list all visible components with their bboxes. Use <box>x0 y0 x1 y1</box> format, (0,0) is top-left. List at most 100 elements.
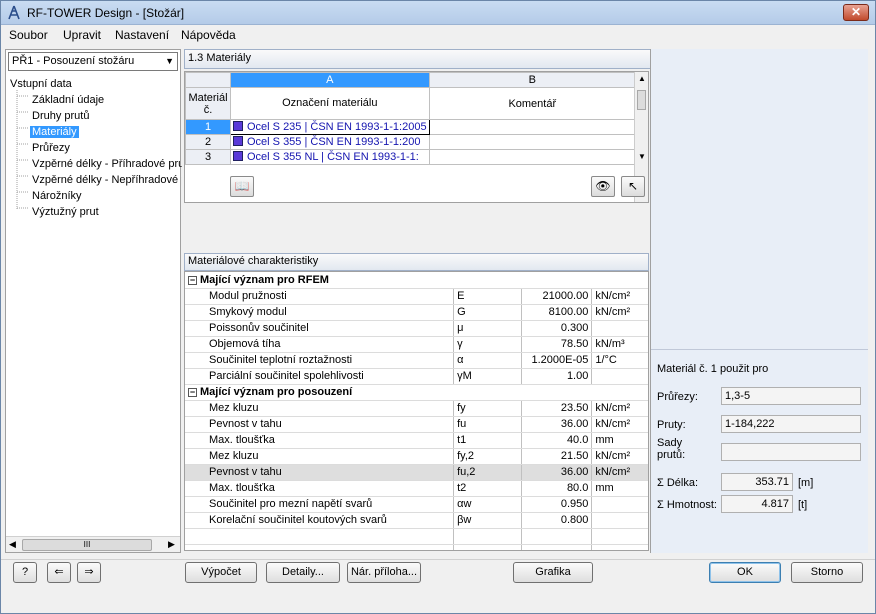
tree-item-buckling-lattice[interactable]: Vzpěrné délky - Příhradové pru <box>32 158 182 170</box>
menu-upravit[interactable]: Upravit <box>63 28 101 42</box>
material-cell[interactable]: Ocel S 355 | ČSN EN 1993-1-1:200 <box>230 134 430 150</box>
col-b-label: Komentář <box>428 87 637 120</box>
scroll-thumb[interactable] <box>637 90 646 110</box>
prop-symbol: αw <box>453 496 523 513</box>
prop-value[interactable]: 1.00 <box>521 368 593 385</box>
help-button[interactable]: ? <box>13 562 37 583</box>
row-number[interactable]: 2 <box>185 134 231 150</box>
collapse-icon[interactable]: − <box>188 275 197 285</box>
table-row[interactable]: Korelační součinitel koutových svarů βw 0.… <box>185 512 648 529</box>
graphics-button[interactable]: Grafika <box>513 562 593 583</box>
tree-item-buckling-nonlattice[interactable]: Vzpěrné délky - Nepříhradové p <box>32 174 182 186</box>
prop-unit <box>591 512 648 529</box>
prop-name: Součinitel pro mezní napětí svarů <box>185 496 455 513</box>
col-b-header[interactable]: B <box>428 72 637 88</box>
import-button[interactable]: ⇒ <box>77 562 101 583</box>
prop-value[interactable]: 78.50 <box>521 336 593 353</box>
prop-symbol: fy <box>453 400 523 417</box>
scroll-down-icon[interactable]: ▼ <box>638 152 646 161</box>
group-title-text: Mající význam pro RFEM <box>200 273 329 286</box>
prop-value[interactable]: 21000.00 <box>521 288 593 305</box>
prop-value[interactable]: 0.950 <box>521 496 593 513</box>
comment-cell[interactable] <box>428 119 637 135</box>
tree-item-member-types[interactable]: Druhy prutů <box>32 110 89 122</box>
scroll-up-icon[interactable]: ▲ <box>638 74 646 83</box>
tree-item-basic-data[interactable]: Základní údaje <box>32 94 104 106</box>
close-button[interactable]: ✕ <box>843 4 869 21</box>
prop-value[interactable]: 21.50 <box>521 448 593 465</box>
table-row[interactable]: 3 Ocel S 355 NL | ČSN EN 1993-1-1: <box>185 149 637 165</box>
row-number[interactable]: 3 <box>185 149 231 165</box>
group-row-rfem[interactable]: − Mající význam pro RFEM <box>185 272 648 289</box>
table-row[interactable]: Pevnost v tahu fu 36.00 kN/cm² <box>185 416 648 433</box>
prop-value[interactable]: 1.2000E-05 <box>521 352 593 369</box>
tree-root-input-data[interactable]: Vstupní data <box>10 78 72 90</box>
menu-soubor[interactable]: Soubor <box>9 28 48 42</box>
cancel-button[interactable]: Storno <box>791 562 863 583</box>
menu-napoveda[interactable]: Nápověda <box>181 28 236 42</box>
prop-value[interactable]: 40.0 <box>521 432 593 449</box>
material-cell[interactable]: Ocel S 355 NL | ČSN EN 1993-1-1: <box>230 149 430 165</box>
table-row[interactable]: Mez kluzu fy,2 21.50 kN/cm² <box>185 448 648 465</box>
prop-symbol: G <box>453 304 523 321</box>
tree-item-leg-members[interactable]: Nárožníky <box>32 190 82 202</box>
chevron-down-icon: ▼ <box>165 56 174 66</box>
comment-cell[interactable] <box>428 149 637 165</box>
national-annex-button[interactable]: Nár. příloha... <box>347 562 421 583</box>
calculate-button[interactable]: Výpočet <box>185 562 257 583</box>
prop-value[interactable]: 36.00 <box>521 416 593 433</box>
table-row[interactable]: Max. tloušťka t1 40.0 mm <box>185 432 648 449</box>
tree-item-stiffening-member[interactable]: Výztužný prut <box>32 206 99 218</box>
prop-value[interactable]: 0.300 <box>521 320 593 337</box>
ok-button[interactable]: OK <box>709 562 781 583</box>
import-icon: ⇒ <box>84 566 94 578</box>
table-row[interactable]: Součinitel pro mezní napětí svarů αw 0.950 <box>185 496 648 513</box>
prop-value[interactable]: 0.800 <box>521 512 593 529</box>
material-name: Ocel S 235 | ČSN EN 1993-1-1:2005 <box>247 121 427 133</box>
table-row[interactable]: Parciální součinitel spolehlivosti γM 1.00 <box>185 368 648 385</box>
prop-value[interactable]: 8100.00 <box>521 304 593 321</box>
comment-cell[interactable] <box>428 134 637 150</box>
nav-horizontal-scrollbar[interactable]: ◀ III ▶ <box>6 536 180 552</box>
cross-sections-label: Průřezy: <box>657 391 698 403</box>
prop-value[interactable]: 80.0 <box>521 480 593 497</box>
scroll-right-icon[interactable]: ▶ <box>168 539 175 550</box>
pick-button[interactable]: ↖ <box>621 176 645 197</box>
table-row[interactable]: Smykový modul G 8100.00 kN/cm² <box>185 304 648 321</box>
table-row[interactable]: Modul pružnosti E 21000.00 kN/cm² <box>185 288 648 305</box>
table-row[interactable]: Max. tloušťka t2 80.0 mm <box>185 480 648 497</box>
tree-item-materials[interactable]: Materiály <box>30 126 79 138</box>
tree-item-cross-sections[interactable]: Průřezy <box>32 142 70 154</box>
prop-value[interactable]: 36.00 <box>521 464 593 481</box>
scroll-left-icon[interactable]: ◀ <box>9 539 16 550</box>
prop-value[interactable]: 23.50 <box>521 400 593 417</box>
members-field: 1-184,222 <box>721 415 861 433</box>
export-button[interactable]: ⇐ <box>47 562 71 583</box>
prop-symbol: γM <box>453 368 523 385</box>
table-row[interactable]: Mez kluzu fy 23.50 kN/cm² <box>185 400 648 417</box>
pointer-icon: ↖ <box>627 179 639 193</box>
menu-nastaveni[interactable]: Nastavení <box>115 28 169 42</box>
row-number[interactable]: 1 <box>185 119 231 135</box>
col-a-header[interactable]: A <box>230 72 430 88</box>
collapse-icon[interactable]: − <box>188 388 197 397</box>
group-row-design[interactable]: − Mající význam pro posouzení <box>185 384 648 401</box>
details-button[interactable]: Detaily... <box>266 562 340 583</box>
prop-unit: kN/m³ <box>591 336 648 353</box>
material-cell[interactable]: Ocel S 235 | ČSN EN 1993-1-1:2005 <box>230 119 430 135</box>
table-row[interactable]: Poissonův součinitel μ 0.300 <box>185 320 648 337</box>
scroll-thumb[interactable]: III <box>22 539 152 551</box>
table-row-selected[interactable]: Pevnost v tahu fu,2 36.00 kN/cm² <box>185 464 648 481</box>
table-row[interactable]: 1 Ocel S 235 | ČSN EN 1993-1-1:2005 <box>185 119 637 135</box>
prop-name: Mez kluzu <box>185 448 455 465</box>
table-row[interactable]: Součinitel teplotní roztažnosti α 1.2000E-… <box>185 352 648 369</box>
table-row[interactable]: 2 Ocel S 355 | ČSN EN 1993-1-1:200 <box>185 134 637 150</box>
divider <box>651 349 868 350</box>
mass-unit: [t] <box>798 499 808 511</box>
view-button[interactable]: 👁 <box>591 176 615 197</box>
prop-name: Poissonův součinitel <box>185 320 455 337</box>
case-combo[interactable]: PŘ1 - Posouzení stožáru ▼ <box>8 52 178 71</box>
table-row[interactable]: Objemová tíha γ 78.50 kN/m³ <box>185 336 648 353</box>
prop-unit <box>591 368 648 385</box>
library-button[interactable]: 📖 <box>230 176 254 197</box>
